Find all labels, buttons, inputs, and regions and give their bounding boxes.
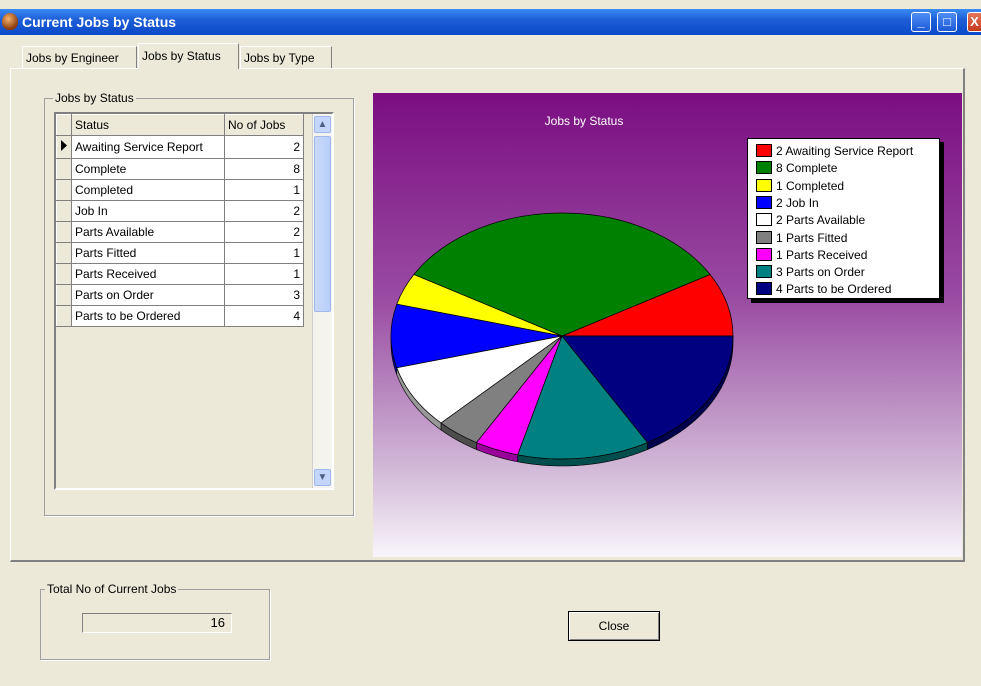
row-indicator xyxy=(56,242,72,264)
legend-item: 4 Parts to be Ordered xyxy=(756,281,891,298)
status-cell[interactable]: Job In xyxy=(71,200,225,222)
legend-swatch xyxy=(756,195,772,209)
scroll-up-icon[interactable]: ▲ xyxy=(314,116,331,133)
status-cell[interactable]: Parts to be Ordered xyxy=(71,305,225,327)
title-bar: Current Jobs by Status _ □ X xyxy=(0,9,981,35)
status-cell[interactable]: Awaiting Service Report xyxy=(71,135,225,159)
legend-label: 1 Parts Received xyxy=(776,247,868,262)
row-indicator xyxy=(56,305,72,327)
legend-item: 2 Parts Available xyxy=(756,212,865,229)
count-cell[interactable]: 8 xyxy=(224,158,304,180)
legend-item: 2 Awaiting Service Report xyxy=(756,143,913,160)
legend-swatch xyxy=(756,161,772,175)
group-label: Jobs by Status xyxy=(53,91,136,105)
close-button[interactable]: Close xyxy=(568,611,660,641)
table-row[interactable]: Completed 1 xyxy=(56,179,304,201)
legend-label: 3 Parts on Order xyxy=(776,265,865,280)
status-cell[interactable]: Parts on Order xyxy=(71,284,225,306)
legend-item: 1 Parts Fitted xyxy=(756,230,847,247)
app-icon xyxy=(2,13,18,30)
table-row[interactable]: Job In 2 xyxy=(56,200,304,222)
legend-swatch xyxy=(756,282,772,296)
status-cell[interactable]: Parts Received xyxy=(71,263,225,285)
window-title: Current Jobs by Status xyxy=(22,14,177,30)
legend-label: 8 Complete xyxy=(776,161,838,176)
chart-title: Jobs by Status xyxy=(544,114,624,128)
grid-header-row: Status No of Jobs xyxy=(56,114,304,136)
column-header-count[interactable]: No of Jobs xyxy=(224,114,304,136)
count-cell[interactable]: 4 xyxy=(224,305,304,327)
row-indicator xyxy=(56,158,72,180)
scroll-down-icon[interactable]: ▼ xyxy=(314,469,331,486)
row-indicator xyxy=(56,200,72,222)
count-cell[interactable]: 1 xyxy=(224,242,304,264)
count-cell[interactable]: 2 xyxy=(224,200,304,222)
row-indicator xyxy=(56,284,72,306)
table-row[interactable]: Awaiting Service Report 2 xyxy=(56,135,304,159)
current-row-arrow-icon xyxy=(56,135,72,159)
legend-item: 2 Job In xyxy=(756,195,819,212)
table-row[interactable]: Parts to be Ordered 4 xyxy=(56,305,304,327)
row-indicator xyxy=(56,179,72,201)
tab-jobs-by-engineer[interactable]: Jobs by Engineer xyxy=(22,46,137,68)
pie-chart: Jobs by Status 2 Awaiting Service Report… xyxy=(373,93,962,557)
count-cell[interactable]: 2 xyxy=(224,135,304,159)
tab-jobs-by-type[interactable]: Jobs by Type xyxy=(240,46,332,68)
total-group-label: Total No of Current Jobs xyxy=(45,582,179,596)
status-cell[interactable]: Parts Fitted xyxy=(71,242,225,264)
minimize-button[interactable]: _ xyxy=(911,12,931,32)
row-indicator-header xyxy=(56,114,72,136)
table-row[interactable]: Parts Available 2 xyxy=(56,221,304,243)
status-cell[interactable]: Parts Available xyxy=(71,221,225,243)
status-cell[interactable]: Completed xyxy=(71,179,225,201)
legend-swatch xyxy=(756,213,772,227)
legend-item: 8 Complete xyxy=(756,160,837,177)
legend-swatch xyxy=(756,230,772,244)
legend-swatch xyxy=(756,178,772,192)
legend-item: 3 Parts on Order xyxy=(756,264,865,281)
count-cell[interactable]: 2 xyxy=(224,221,304,243)
count-cell[interactable]: 1 xyxy=(224,179,304,201)
vertical-scrollbar[interactable]: ▲ ▼ xyxy=(312,114,332,488)
scroll-thumb[interactable] xyxy=(314,136,331,312)
table-row[interactable]: Complete 8 xyxy=(56,158,304,180)
legend-label: 1 Completed xyxy=(776,178,845,193)
status-grid[interactable]: Status No of Jobs Awaiting Service Repor… xyxy=(54,112,334,490)
chart-legend: 2 Awaiting Service Report 8 Complete 1 Com… xyxy=(747,138,940,299)
row-indicator xyxy=(56,263,72,285)
column-header-status[interactable]: Status xyxy=(71,114,225,136)
tab-jobs-by-status[interactable]: Jobs by Status xyxy=(138,43,239,69)
legend-item: 1 Completed xyxy=(756,178,844,195)
legend-label: 2 Parts Available xyxy=(776,213,866,228)
legend-item: 1 Parts Received xyxy=(756,247,867,264)
close-window-button[interactable]: X xyxy=(967,12,981,32)
legend-swatch xyxy=(756,265,772,279)
total-jobs-field: 16 xyxy=(82,613,232,633)
count-cell[interactable]: 3 xyxy=(224,284,304,306)
table-row[interactable]: Parts on Order 3 xyxy=(56,284,304,306)
legend-label: 2 Job In xyxy=(776,195,819,210)
maximize-button[interactable]: □ xyxy=(937,12,957,32)
legend-label: 1 Parts Fitted xyxy=(776,230,848,245)
status-cell[interactable]: Complete xyxy=(71,158,225,180)
legend-swatch xyxy=(756,247,772,261)
legend-label: 4 Parts to be Ordered xyxy=(776,282,892,297)
legend-swatch xyxy=(756,144,772,157)
legend-label: 2 Awaiting Service Report xyxy=(776,144,914,158)
table-row[interactable]: Parts Received 1 xyxy=(56,263,304,285)
table-row[interactable]: Parts Fitted 1 xyxy=(56,242,304,264)
count-cell[interactable]: 1 xyxy=(224,263,304,285)
row-indicator xyxy=(56,221,72,243)
